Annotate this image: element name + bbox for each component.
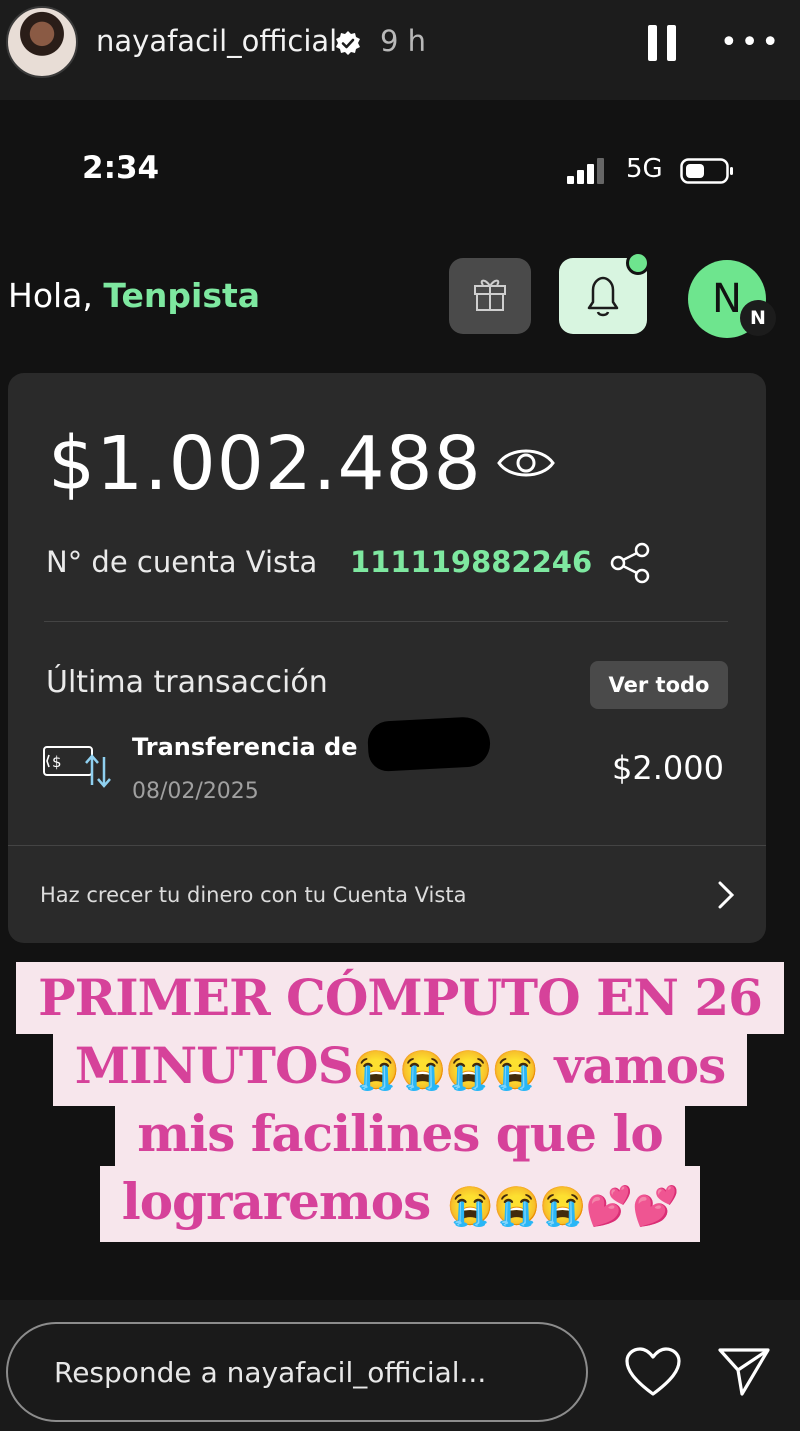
signal-icon xyxy=(567,158,604,184)
app-screenshot: 2:34 5G Hola, Tenpista N N $1.002.488 N°… xyxy=(0,100,800,1300)
gift-icon xyxy=(474,279,506,311)
transfer-icon: $ xyxy=(43,746,111,788)
gift-button[interactable] xyxy=(449,258,531,334)
story-username[interactable]: nayafacil_official xyxy=(96,24,337,58)
heart-icon[interactable] xyxy=(624,1346,682,1398)
caption-line-1: PRIMER CÓMPUTO EN 26 xyxy=(16,962,784,1034)
story-caption: PRIMER CÓMPUTO EN 26 MINUTOS😭😭😭😭 vamos m… xyxy=(0,962,800,1242)
story-header: nayafacil_official 9 h ••• xyxy=(0,0,800,100)
chevron-right-icon[interactable] xyxy=(714,879,738,911)
eye-icon[interactable] xyxy=(496,443,556,483)
reply-bar xyxy=(0,1300,800,1431)
share-icon[interactable] xyxy=(608,541,654,585)
crying-heart-emoji-icon: 😭😭😭💕💕 xyxy=(446,1183,680,1228)
avatar-badge: N xyxy=(740,300,776,336)
last-transaction-label: Última transacción xyxy=(46,665,328,700)
caption-line-3: mis facilines que lo xyxy=(115,1098,685,1170)
network-label: 5G xyxy=(626,154,663,184)
transaction-amount: $2.000 xyxy=(612,749,724,787)
caption-line-2-text: MINUTOS xyxy=(74,1036,354,1095)
reply-input[interactable] xyxy=(6,1322,588,1422)
transaction-title: Transferencia de xyxy=(132,733,358,761)
send-icon[interactable] xyxy=(716,1344,772,1398)
story-avatar[interactable] xyxy=(6,6,78,78)
card-divider xyxy=(44,621,728,622)
promo-link[interactable]: Haz crecer tu dinero con tu Cuenta Vista xyxy=(40,883,466,907)
account-number: 111119882246 xyxy=(350,545,593,579)
caption-line-2-end: vamos xyxy=(537,1036,726,1095)
balance-card: $1.002.488 N° de cuenta Vista 1111198822… xyxy=(8,373,766,943)
svg-text:$: $ xyxy=(52,753,62,771)
card-divider-bottom xyxy=(8,845,766,846)
transaction-date: 08/02/2025 xyxy=(132,779,259,804)
redaction-mark xyxy=(366,715,492,773)
status-time: 2:34 xyxy=(82,150,160,186)
account-label: N° de cuenta Vista xyxy=(46,545,318,579)
more-icon[interactable]: ••• xyxy=(720,28,782,58)
greeting: Hola, Tenpista xyxy=(8,276,260,315)
balance-amount: $1.002.488 xyxy=(48,421,482,507)
story-time: 9 h xyxy=(380,24,427,58)
pause-icon[interactable] xyxy=(648,25,676,61)
user-name: Tenpista xyxy=(103,276,261,315)
caption-line-4: lograremos 😭😭😭💕💕 xyxy=(99,1166,701,1242)
caption-line-2: MINUTOS😭😭😭😭 vamos xyxy=(52,1030,748,1106)
verified-icon xyxy=(336,31,360,55)
battery-icon xyxy=(680,158,733,184)
notification-dot xyxy=(626,251,650,275)
caption-line-4-text: lograremos xyxy=(121,1172,447,1231)
see-all-button[interactable]: Ver todo xyxy=(590,661,728,709)
greeting-text: Hola, xyxy=(8,276,93,315)
crying-emoji-icon: 😭😭😭😭 xyxy=(352,1047,539,1092)
